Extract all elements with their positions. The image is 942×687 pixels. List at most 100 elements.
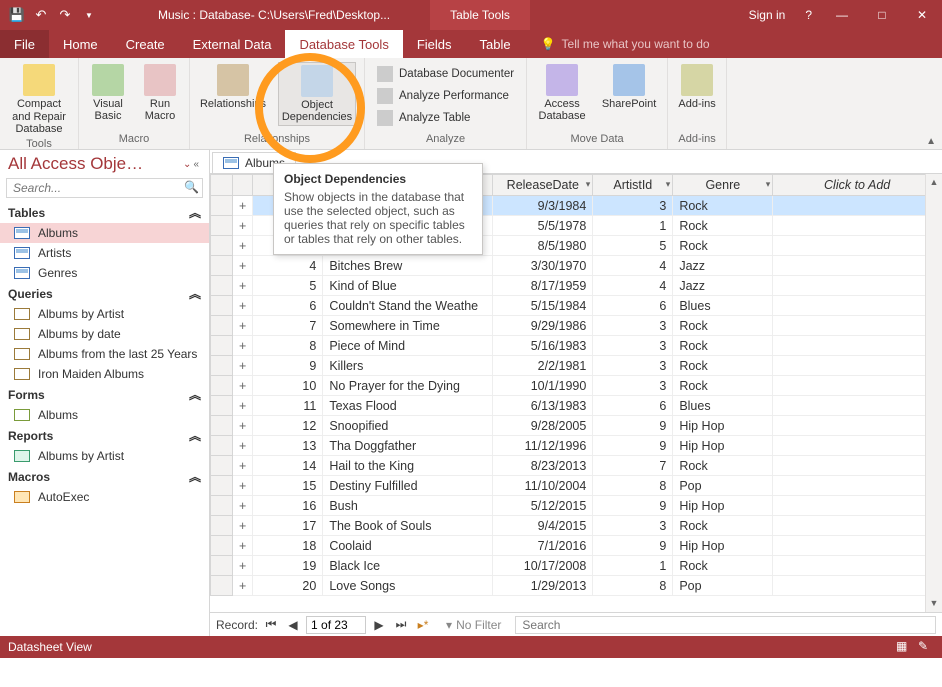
nav-item[interactable]: Iron Maiden Albums (0, 364, 209, 384)
cell-artistid[interactable]: 4 (593, 256, 673, 276)
tab-database-tools[interactable]: Database Tools (285, 30, 402, 58)
cell-artistid[interactable]: 9 (593, 436, 673, 456)
cell-releasedate[interactable]: 2/2/1981 (493, 356, 593, 376)
col-releasedate[interactable]: ReleaseDate▾ (493, 175, 593, 196)
redo-icon[interactable]: ↷ (56, 6, 74, 24)
cell-genre[interactable]: Jazz (673, 256, 773, 276)
access-database-button[interactable]: Access Database (535, 62, 589, 124)
expand-row-button[interactable]: + (233, 276, 253, 296)
cell-genre[interactable]: Pop (673, 576, 773, 596)
row-selector[interactable] (211, 496, 233, 516)
chevron-down-icon[interactable]: ▾ (586, 179, 591, 190)
row-selector[interactable] (211, 256, 233, 276)
analyze-table-button[interactable]: Analyze Table (373, 108, 518, 128)
cell-empty[interactable] (773, 336, 942, 356)
expand-row-button[interactable]: + (233, 476, 253, 496)
database-documenter-button[interactable]: Database Documenter (373, 64, 518, 84)
cell-artistid[interactable]: 9 (593, 536, 673, 556)
cell-releasedate[interactable]: 1/29/2013 (493, 576, 593, 596)
first-record-button[interactable]: ⏮ (262, 617, 280, 632)
cell-empty[interactable] (773, 516, 942, 536)
row-selector[interactable] (211, 476, 233, 496)
cell-id[interactable]: 19 (253, 556, 323, 576)
cell-artistid[interactable]: 8 (593, 476, 673, 496)
cell-empty[interactable] (773, 536, 942, 556)
cell-releasedate[interactable]: 8/5/1980 (493, 236, 593, 256)
cell-artistid[interactable]: 8 (593, 576, 673, 596)
nav-item[interactable]: AutoExec (0, 487, 209, 507)
chevron-down-icon[interactable]: ▾ (666, 179, 671, 190)
cell-empty[interactable] (773, 296, 942, 316)
cell-genre[interactable]: Rock (673, 556, 773, 576)
expand-row-button[interactable]: + (233, 436, 253, 456)
cell-releasedate[interactable]: 9/28/2005 (493, 416, 593, 436)
cell-releasedate[interactable]: 8/17/1959 (493, 276, 593, 296)
nav-item[interactable]: Albums by date (0, 324, 209, 344)
analyze-performance-button[interactable]: Analyze Performance (373, 86, 518, 106)
row-selector[interactable] (211, 416, 233, 436)
cell-releasedate[interactable]: 5/5/1978 (493, 216, 593, 236)
cell-name[interactable]: Somewhere in Time (323, 316, 493, 336)
row-selector[interactable] (211, 336, 233, 356)
tab-fields[interactable]: Fields (403, 30, 466, 58)
expand-row-button[interactable]: + (233, 216, 253, 236)
cell-empty[interactable] (773, 556, 942, 576)
cell-releasedate[interactable]: 10/17/2008 (493, 556, 593, 576)
cell-name[interactable]: Bitches Brew (323, 256, 493, 276)
row-selector[interactable] (211, 316, 233, 336)
cell-genre[interactable]: Rock (673, 516, 773, 536)
expand-row-button[interactable]: + (233, 396, 253, 416)
design-view-button[interactable]: ✎ (918, 639, 934, 655)
cell-artistid[interactable]: 1 (593, 216, 673, 236)
table-row[interactable]: +10No Prayer for the Dying10/1/19903Rock (211, 376, 942, 396)
cell-id[interactable]: 7 (253, 316, 323, 336)
col-artistid[interactable]: ArtistId▾ (593, 175, 673, 196)
cell-empty[interactable] (773, 376, 942, 396)
expand-row-button[interactable]: + (233, 496, 253, 516)
cell-genre[interactable]: Hip Hop (673, 436, 773, 456)
cell-releasedate[interactable]: 10/1/1990 (493, 376, 593, 396)
cell-id[interactable]: 18 (253, 536, 323, 556)
cell-id[interactable]: 5 (253, 276, 323, 296)
table-row[interactable]: +19Black Ice10/17/20081Rock (211, 556, 942, 576)
cell-id[interactable]: 14 (253, 456, 323, 476)
cell-empty[interactable] (773, 276, 942, 296)
nav-item[interactable]: Albums (0, 223, 209, 243)
nav-group-reports[interactable]: Reports︽ (0, 425, 209, 446)
cell-empty[interactable] (773, 316, 942, 336)
nav-group-macros[interactable]: Macros︽ (0, 466, 209, 487)
cell-genre[interactable]: Blues (673, 296, 773, 316)
table-row[interactable]: +5Kind of Blue8/17/19594Jazz (211, 276, 942, 296)
cell-genre[interactable]: Hip Hop (673, 496, 773, 516)
cell-name[interactable]: Coolaid (323, 536, 493, 556)
cell-genre[interactable]: Rock (673, 456, 773, 476)
cell-genre[interactable]: Blues (673, 396, 773, 416)
row-selector[interactable] (211, 556, 233, 576)
cell-id[interactable]: 12 (253, 416, 323, 436)
table-row[interactable]: +16Bush5/12/20159Hip Hop (211, 496, 942, 516)
cell-artistid[interactable]: 4 (593, 276, 673, 296)
last-record-button[interactable]: ⏭ (392, 617, 410, 632)
nav-group-tables[interactable]: Tables︽ (0, 202, 209, 223)
cell-name[interactable]: Killers (323, 356, 493, 376)
table-row[interactable]: +8Piece of Mind5/16/19833Rock (211, 336, 942, 356)
cell-name[interactable]: Black Ice (323, 556, 493, 576)
tell-me[interactable]: 💡 Tell me what you want to do (525, 30, 710, 58)
cell-genre[interactable]: Rock (673, 196, 773, 216)
relationships-button[interactable]: Relationships (198, 62, 268, 112)
cell-artistid[interactable]: 3 (593, 316, 673, 336)
cell-name[interactable]: Love Songs (323, 576, 493, 596)
row-selector[interactable] (211, 456, 233, 476)
cell-id[interactable]: 17 (253, 516, 323, 536)
tab-file[interactable]: File (0, 30, 49, 58)
cell-artistid[interactable]: 7 (593, 456, 673, 476)
nav-group-forms[interactable]: Forms︽ (0, 384, 209, 405)
tab-external-data[interactable]: External Data (179, 30, 286, 58)
tab-table[interactable]: Table (466, 30, 525, 58)
nav-item[interactable]: Albums from the last 25 Years (0, 344, 209, 364)
cell-artistid[interactable]: 1 (593, 556, 673, 576)
row-selector[interactable] (211, 236, 233, 256)
expand-row-button[interactable]: + (233, 256, 253, 276)
row-selector[interactable] (211, 196, 233, 216)
object-dependencies-button[interactable]: Object Dependencies (278, 62, 356, 126)
